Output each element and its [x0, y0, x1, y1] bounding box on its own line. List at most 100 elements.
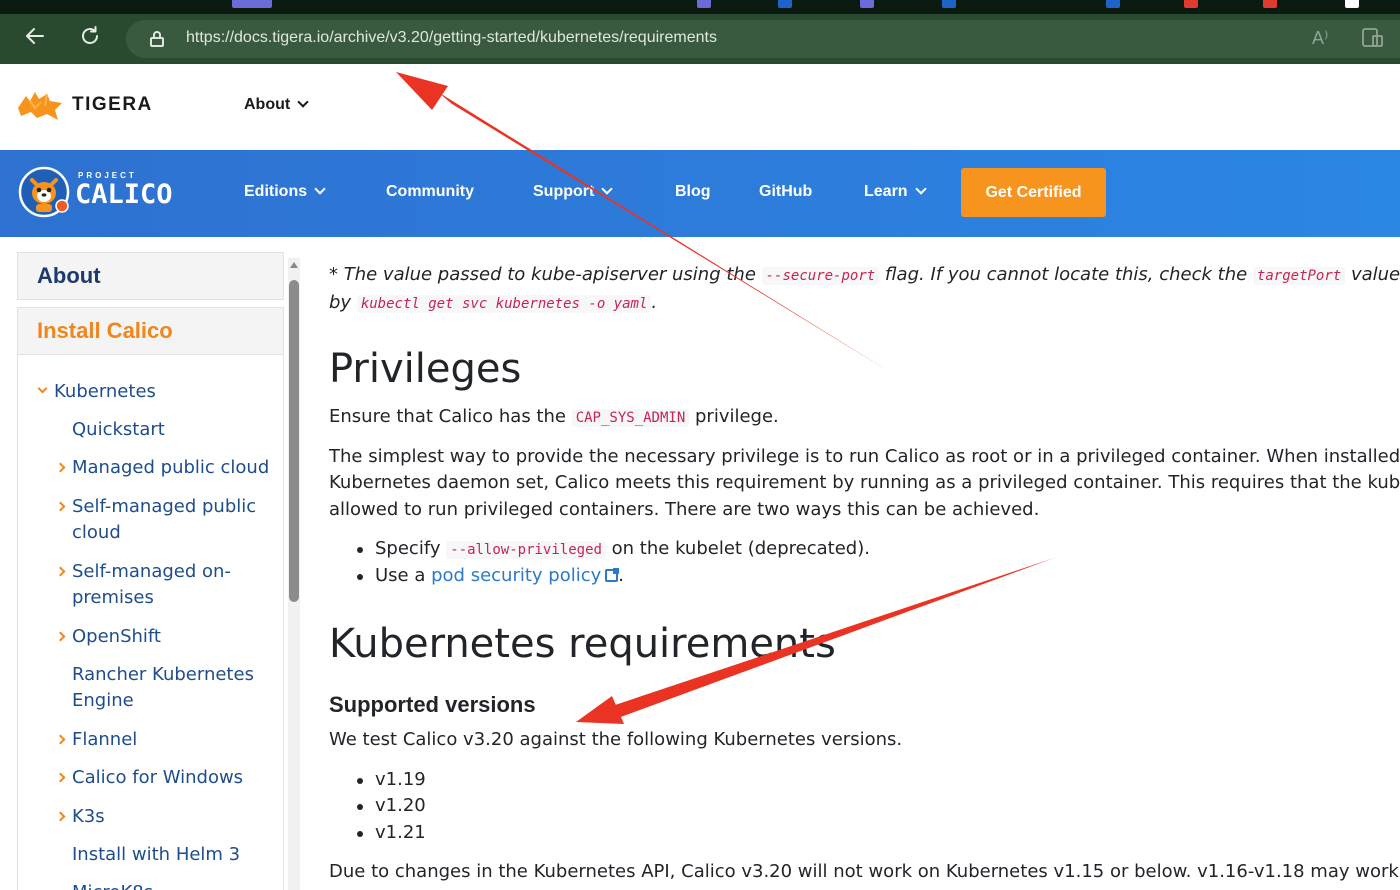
- sidebar-item-flannel[interactable]: Flannel: [55, 727, 138, 753]
- nav-community[interactable]: Community: [386, 183, 474, 201]
- sidebar-item-k3s[interactable]: K3s: [55, 804, 105, 830]
- bullet-icon: [357, 574, 363, 580]
- browser-address-bar: https://docs.tigera.io/archive/v3.20/get…: [0, 14, 1400, 64]
- sidebar-item-calico-for-windows[interactable]: Calico for Windows: [55, 765, 244, 791]
- li-text: on the kubelet (deprecated).: [605, 538, 870, 559]
- sidebar-item-label: Managed public cloud: [72, 457, 270, 478]
- tigera-logo-text[interactable]: TIGERA: [72, 94, 153, 116]
- version-item: v1.19: [375, 769, 426, 790]
- sidebar-item-label: Flannel: [72, 729, 138, 750]
- sidebar-item-managed-public-cloud[interactable]: Managed public cloud: [55, 455, 270, 481]
- sidebar-item-label: Calico for Windows: [72, 767, 244, 788]
- tab-favicon-icon[interactable]: [1345, 0, 1359, 8]
- sidebar-section-install-calico[interactable]: Install Calico: [17, 307, 284, 355]
- secure-port-note: * The value passed to kube-apiserver usi…: [329, 261, 1400, 290]
- get-certified-button[interactable]: Get Certified: [961, 168, 1106, 217]
- sidebar-item-self-managed-public-cloud[interactable]: Self-managed public cloud: [55, 494, 257, 546]
- nav-editions[interactable]: Editions: [244, 183, 326, 201]
- browser-tab-strip: [0, 0, 1400, 14]
- nav-support[interactable]: Support: [533, 183, 613, 201]
- sidebar-item-kubernetes[interactable]: Kubernetes: [37, 379, 156, 405]
- tigera-logo-icon[interactable]: [17, 88, 63, 122]
- bullet-icon: [357, 804, 363, 810]
- chevron-right-icon: [55, 772, 66, 783]
- tab-favicon-icon[interactable]: [1263, 0, 1277, 8]
- chevron-right-icon: [55, 566, 66, 577]
- api-changes-paragraph: Due to changes in the Kubernetes API, Ca…: [329, 861, 1400, 882]
- sidebar-item-label: Self-managed on-: [72, 561, 231, 582]
- chevron-right-icon: [55, 501, 66, 512]
- tab-favicon-icon[interactable]: [1106, 0, 1120, 8]
- sidebar-item-rancher[interactable]: Rancher Kubernetes Engine: [72, 662, 254, 714]
- tigera-header: TIGERA About: [0, 64, 1400, 150]
- version-item: v1.21: [375, 822, 426, 843]
- nav-learn[interactable]: Learn: [864, 183, 927, 201]
- sidebar-item-quickstart[interactable]: Quickstart: [72, 417, 165, 443]
- scrollbar-thumb[interactable]: [289, 280, 299, 602]
- sidebar-item-install-with-helm[interactable]: Install with Helm 3: [72, 842, 240, 868]
- privileges-paragraph-2-line2: Kubernetes daemon set, Calico meets this…: [329, 472, 1400, 493]
- version-item: v1.20: [375, 795, 426, 816]
- note-text: flag. If you cannot locate this, check t…: [879, 264, 1253, 285]
- calico-logo-word[interactable]: CALICO: [75, 179, 173, 210]
- pod-security-policy-link[interactable]: pod security policy: [431, 565, 601, 586]
- chevron-down-icon: [914, 183, 927, 195]
- sidebar-item-label: Rancher Kubernetes: [72, 664, 254, 685]
- url-bar[interactable]: https://docs.tigera.io/archive/v3.20/get…: [126, 20, 1400, 58]
- sidebar-scrollbar[interactable]: [288, 258, 300, 890]
- privileges-paragraph-1: Ensure that Calico has the CAP_SYS_ADMIN…: [329, 404, 779, 431]
- external-link-icon[interactable]: [605, 568, 620, 582]
- chevron-right-icon: [55, 734, 66, 745]
- calico-navbar: PROJECT CALICO Editions Community Suppor…: [0, 150, 1400, 237]
- back-arrow-icon[interactable]: [20, 24, 50, 54]
- nav-learn-label: Learn: [864, 183, 908, 200]
- refresh-icon[interactable]: [75, 24, 105, 54]
- note-text: .: [651, 292, 658, 313]
- nav-blog[interactable]: Blog: [675, 183, 711, 201]
- tab-favicon-icon[interactable]: [1184, 0, 1198, 8]
- sidebar-item-self-managed-on-premises[interactable]: Self-managed on-premises: [55, 559, 231, 611]
- tab-favicon-icon[interactable]: [942, 0, 956, 8]
- tigera-about-label: About: [244, 96, 291, 113]
- li-text: Use a: [375, 565, 432, 586]
- sidebar-item-label-line2: cloud: [72, 522, 121, 543]
- code-cap-sys-admin: CAP_SYS_ADMIN: [571, 409, 690, 427]
- sidebar-item-label: Quickstart: [72, 419, 165, 440]
- tab-favicon-icon[interactable]: [697, 0, 711, 8]
- tab-favicon-icon[interactable]: [860, 0, 874, 8]
- list-item-pod-security-policy: Use a pod security policy.: [375, 563, 624, 589]
- sidebar-item-label: OpenShift: [72, 626, 161, 647]
- sidebar-item-label-line2: premises: [72, 587, 154, 608]
- code-target-port: targetPort: [1252, 267, 1346, 285]
- read-aloud-icon[interactable]: A⁾: [1312, 28, 1328, 49]
- bullet-icon: [357, 831, 363, 837]
- url-text[interactable]: https://docs.tigera.io/archive/v3.20/get…: [186, 29, 717, 47]
- bullet-icon: [357, 547, 363, 553]
- sidebar-item-microk8s[interactable]: MicroK8s: [72, 880, 153, 890]
- note-text: value: [1345, 264, 1400, 285]
- heading-privileges: Privileges: [329, 346, 522, 392]
- para-text: privilege.: [689, 406, 779, 427]
- list-item-allow-privileged: Specify --allow-privileged on the kubele…: [375, 536, 870, 563]
- tab-favicon-icon[interactable]: [778, 0, 792, 8]
- heading-kubernetes-requirements: Kubernetes requirements: [329, 621, 836, 667]
- code-secure-port: --secure-port: [761, 267, 880, 285]
- tab-favicon-icon[interactable]: [232, 0, 272, 8]
- calico-mascot-logo-icon[interactable]: [18, 166, 70, 218]
- lock-icon[interactable]: [150, 31, 164, 47]
- reading-view-icon[interactable]: [1362, 28, 1384, 53]
- sidebar-item-label: Self-managed public: [72, 496, 257, 517]
- chevron-down-icon: [314, 183, 326, 195]
- chevron-down-icon: [601, 183, 613, 195]
- docs-sidebar: About Install Calico Kubernetes Quicksta…: [17, 252, 284, 890]
- sidebar-item-label-line2: Engine: [72, 690, 134, 711]
- nav-github[interactable]: GitHub: [759, 183, 812, 201]
- scroll-up-arrow-icon[interactable]: [290, 262, 298, 268]
- sidebar-item-openshift[interactable]: OpenShift: [55, 624, 161, 650]
- docs-content: * The value passed to kube-apiserver usi…: [329, 237, 1400, 890]
- nav-editions-label: Editions: [244, 183, 308, 200]
- supported-versions-paragraph: We test Calico v3.20 against the followi…: [329, 729, 903, 750]
- sidebar-section-about[interactable]: About: [17, 252, 284, 300]
- li-text: Specify: [375, 538, 447, 559]
- tigera-about-menu[interactable]: About: [244, 96, 309, 114]
